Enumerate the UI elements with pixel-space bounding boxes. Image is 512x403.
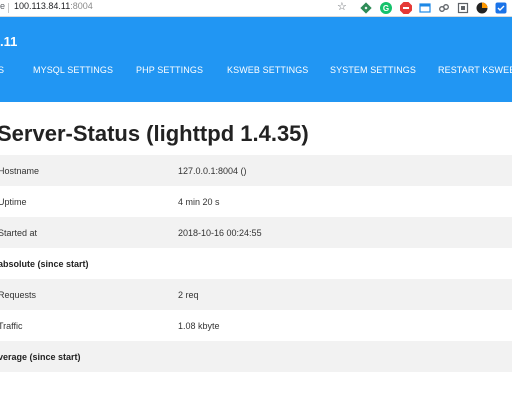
row-value: 2 req	[178, 290, 199, 300]
section-header-row: absolute (since start)	[0, 248, 512, 279]
table-row: Hostname 127.0.0.1:8004 ()	[0, 155, 512, 186]
table-row	[0, 372, 512, 403]
row-label: Started at	[0, 228, 38, 238]
link-extension-icon[interactable]	[438, 2, 450, 14]
grammarly-icon[interactable]: G	[380, 2, 392, 14]
url-port: :8004	[70, 1, 93, 11]
green-diamond-extension-icon[interactable]	[360, 2, 372, 14]
server-status-table: Hostname 127.0.0.1:8004 () Uptime 4 min …	[0, 155, 512, 403]
table-row: Uptime 4 min 20 s	[0, 186, 512, 217]
page-title: Server-Status (lighttpd 1.4.35)	[0, 121, 309, 146]
url-divider	[8, 3, 9, 13]
tab-truncated[interactable]: S	[0, 65, 4, 75]
adblock-icon[interactable]	[400, 2, 412, 14]
tab-system-settings[interactable]: SYSTEM SETTINGS	[330, 65, 416, 75]
star-icon[interactable]: ☆	[337, 0, 347, 13]
section-label: absolute (since start)	[0, 259, 89, 269]
section-header-row: verage (since start)	[0, 341, 512, 372]
browser-toolbar: e 100.113.84.11:8004 ☆ G	[0, 0, 512, 17]
row-label: Traffic	[0, 321, 23, 331]
address-bar[interactable]: 100.113.84.11:8004	[14, 1, 93, 11]
row-label: Uptime	[0, 197, 27, 207]
url-fragment: e	[0, 1, 6, 11]
tab-restart-ksweb[interactable]: RESTART KSWEB	[438, 65, 512, 75]
url-host: 100.113.84.11	[14, 1, 71, 11]
row-label: Requests	[0, 290, 37, 300]
blue-square-extension-icon[interactable]	[495, 2, 507, 14]
window-extension-icon[interactable]	[419, 2, 431, 14]
row-value: 1.08 kbyte	[178, 321, 220, 331]
app-title: .11	[0, 34, 18, 49]
tab-mysql-settings[interactable]: MYSQL SETTINGS	[33, 65, 113, 75]
svg-text:G: G	[383, 4, 389, 13]
orange-circle-extension-icon[interactable]	[476, 2, 488, 14]
app-header: .11 S MYSQL SETTINGS PHP SETTINGS KSWEB …	[0, 17, 512, 102]
table-row: Traffic 1.08 kbyte	[0, 310, 512, 341]
section-label: verage (since start)	[0, 352, 81, 362]
row-value: 4 min 20 s	[178, 197, 220, 207]
table-row: Requests 2 req	[0, 279, 512, 310]
tab-php-settings[interactable]: PHP SETTINGS	[136, 65, 203, 75]
row-value: 2018-10-16 00:24:55	[178, 228, 262, 238]
cast-extension-icon[interactable]	[457, 2, 469, 14]
nav-tabs: S MYSQL SETTINGS PHP SETTINGS KSWEB SETT…	[0, 65, 512, 81]
row-value: 127.0.0.1:8004 ()	[178, 166, 247, 176]
table-row: Started at 2018-10-16 00:24:55	[0, 217, 512, 248]
tab-ksweb-settings[interactable]: KSWEB SETTINGS	[227, 65, 308, 75]
row-label: Hostname	[0, 166, 40, 176]
